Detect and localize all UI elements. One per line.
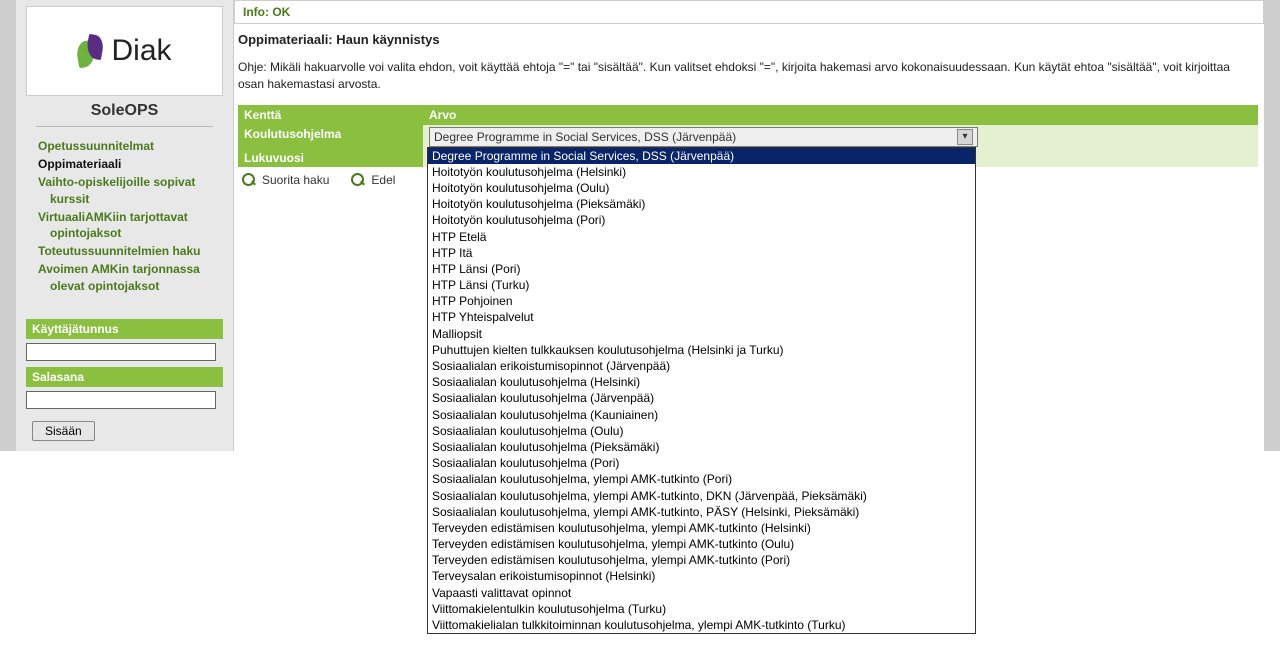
dropdown-option[interactable]: Terveyden edistämisen koulutusohjelma, y…: [428, 552, 975, 568]
nav-toteutussuunnitelmien-haku[interactable]: Toteutussuunnitelmien haku: [38, 242, 227, 260]
koulutusohjelma-selected: Degree Programme in Social Services, DSS…: [434, 130, 736, 144]
main: Info: OK Oppimateriaali: Haun käynnistys…: [234, 0, 1264, 451]
nav-vaihto-opiskelijoille[interactable]: Vaihto-opiskelijoille sopivat kurssit: [38, 173, 227, 207]
logo-text: Diak: [111, 34, 171, 68]
instructions: Ohje: Mikäli hakuarvolle voi valita ehdo…: [238, 59, 1258, 93]
row-koulutusohjelma-value: Degree Programme in Social Services, DSS…: [423, 125, 1258, 149]
search-icon: [242, 173, 256, 187]
koulutusohjelma-select[interactable]: Degree Programme in Social Services, DSS…: [429, 127, 978, 147]
nav: Opetussuunnitelmat Oppimateriaali Vaihto…: [16, 137, 233, 299]
dropdown-option[interactable]: Malliopsit: [428, 326, 975, 342]
col-field: Kenttä: [238, 105, 423, 125]
dropdown-option[interactable]: Sosiaalialan koulutusohjelma (Järvenpää): [428, 390, 975, 406]
password-label: Salasana: [26, 367, 223, 387]
dropdown-option[interactable]: HTP Etelä: [428, 229, 975, 245]
leaf-icon: [77, 31, 107, 71]
dropdown-option[interactable]: Sosiaalialan koulutusohjelma (Oulu): [428, 423, 975, 439]
nav-oppimateriaali[interactable]: Oppimateriaali: [38, 155, 227, 173]
username-label: Käyttäjätunnus: [26, 319, 223, 339]
nav-avoimen-amkin[interactable]: Avoimen AMKin tarjonnassa olevat opintoj…: [38, 260, 227, 294]
dropdown-option[interactable]: Hoitotyön koulutusohjelma (Helsinki): [428, 164, 975, 180]
dropdown-option[interactable]: HTP Yhteispalvelut: [428, 309, 975, 325]
previous-button[interactable]: Edel: [351, 173, 395, 187]
dropdown-option[interactable]: Hoitotyön koulutusohjelma (Pieksämäki): [428, 196, 975, 212]
dropdown-option[interactable]: Sosiaalialan koulutusohjelma, ylempi AMK…: [428, 488, 975, 504]
chevron-down-icon: ▾: [957, 129, 973, 145]
dropdown-option[interactable]: Viittomakielentulkin koulutusohjelma (Tu…: [428, 601, 975, 617]
dropdown-option[interactable]: Sosiaalialan koulutusohjelma (Kauniainen…: [428, 407, 975, 423]
dropdown-option[interactable]: Terveyden edistämisen koulutusohjelma, y…: [428, 520, 975, 536]
divider: [36, 126, 213, 127]
login-block: Käyttäjätunnus Salasana Sisään: [26, 319, 223, 441]
dropdown-option[interactable]: HTP Länsi (Pori): [428, 261, 975, 277]
dropdown-option[interactable]: HTP Itä: [428, 245, 975, 261]
dropdown-option[interactable]: Degree Programme in Social Services, DSS…: [428, 148, 975, 164]
right-gutter: [1264, 0, 1280, 451]
logo: Diak: [26, 6, 223, 96]
run-search-button[interactable]: Suorita haku: [242, 173, 329, 187]
nav-opetussuunnitelmat[interactable]: Opetussuunnitelmat: [38, 137, 227, 155]
sidebar: Diak SoleOPS Opetussuunnitelmat Oppimate…: [16, 0, 234, 451]
dropdown-option[interactable]: Terveysalan erikoistumisopinnot (Helsink…: [428, 568, 975, 584]
previous-label: Edel: [371, 173, 395, 187]
nav-virtuaaliamk[interactable]: VirtuaaliAMKiin tarjottavat opintojaksot: [38, 208, 227, 242]
username-input[interactable]: [26, 343, 216, 361]
run-search-label: Suorita haku: [262, 173, 329, 187]
dropdown-option[interactable]: Terveyden edistämisen koulutusohjelma, y…: [428, 536, 975, 552]
koulutusohjelma-dropdown[interactable]: Degree Programme in Social Services, DSS…: [427, 147, 976, 635]
search-table: Kenttä Arvo Koulutusohjelma Degree Progr…: [238, 105, 1258, 167]
dropdown-option[interactable]: Hoitotyön koulutusohjelma (Pori): [428, 212, 975, 228]
dropdown-option[interactable]: HTP Länsi (Turku): [428, 277, 975, 293]
dropdown-option[interactable]: Sosiaalialan koulutusohjelma (Pieksämäki…: [428, 439, 975, 455]
login-button[interactable]: Sisään: [32, 421, 95, 441]
app-name: SoleOPS: [16, 102, 233, 120]
dropdown-option[interactable]: HTP Pohjoinen: [428, 293, 975, 309]
dropdown-option[interactable]: Sosiaalialan koulutusohjelma, ylempi AMK…: [428, 471, 975, 487]
info-bar: Info: OK: [234, 0, 1264, 24]
row-lukuvuosi-label: Lukuvuosi: [238, 149, 423, 167]
page-title: Oppimateriaali: Haun käynnistys: [238, 32, 1258, 47]
dropdown-option[interactable]: Hoitotyön koulutusohjelma (Oulu): [428, 180, 975, 196]
left-gutter: [0, 0, 16, 451]
dropdown-option[interactable]: Vapaasti valittavat opinnot: [428, 585, 975, 601]
password-input[interactable]: [26, 391, 216, 409]
dropdown-option[interactable]: Puhuttujen kielten tulkkauksen koulutuso…: [428, 342, 975, 358]
row-koulutusohjelma-label: Koulutusohjelma: [238, 125, 423, 149]
dropdown-option[interactable]: Sosiaalialan erikoistumisopinnot (Järven…: [428, 358, 975, 374]
col-value: Arvo: [423, 105, 1258, 125]
dropdown-option[interactable]: Viittomakielialan tulkkitoiminnan koulut…: [428, 617, 975, 633]
dropdown-option[interactable]: Sosiaalialan koulutusohjelma, ylempi AMK…: [428, 504, 975, 520]
dropdown-option[interactable]: Sosiaalialan koulutusohjelma (Helsinki): [428, 374, 975, 390]
dropdown-option[interactable]: Sosiaalialan koulutusohjelma (Pori): [428, 455, 975, 471]
search-icon: [351, 173, 365, 187]
